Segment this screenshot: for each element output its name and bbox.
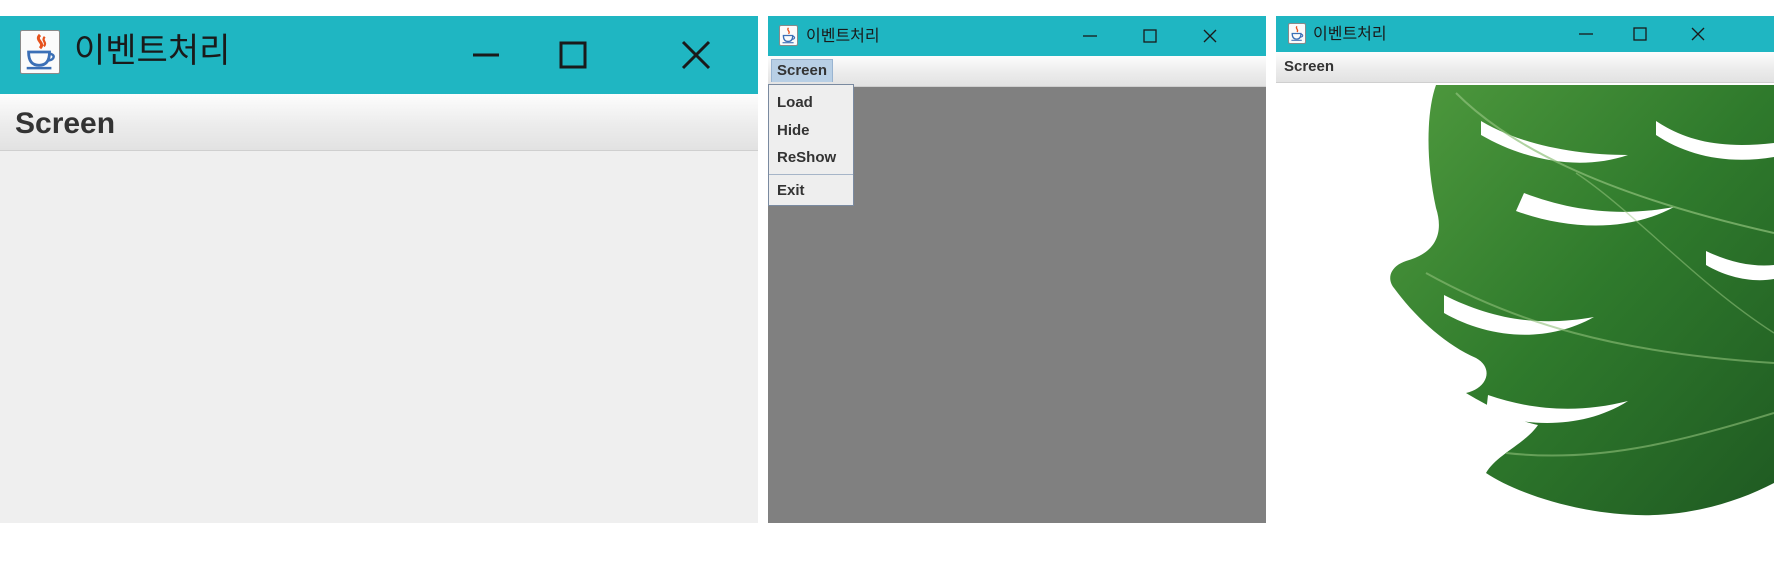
- title-bar[interactable]: 이벤트처리: [768, 16, 1266, 56]
- close-button[interactable]: [1182, 16, 1238, 56]
- maximize-button[interactable]: [513, 16, 633, 94]
- java-cup-icon: [20, 30, 60, 74]
- window-initial: 이벤트처리 Screen: [0, 16, 758, 523]
- minimize-icon: [473, 53, 499, 57]
- minimize-icon: [1579, 33, 1593, 35]
- window-title: 이벤트처리: [1313, 24, 1387, 43]
- menu-screen[interactable]: Screen: [771, 59, 834, 82]
- menu-item-exit[interactable]: Exit: [777, 182, 805, 200]
- menu-item-hide[interactable]: Hide: [777, 122, 810, 140]
- maximize-button[interactable]: [1612, 16, 1668, 52]
- close-icon: [1691, 27, 1705, 41]
- menu-item-load[interactable]: Load: [777, 94, 813, 112]
- title-bar[interactable]: 이벤트처리: [0, 16, 758, 94]
- maximize-icon: [559, 41, 587, 69]
- menu-bar: Screen: [768, 56, 1266, 87]
- close-icon: [1203, 29, 1217, 43]
- title-bar[interactable]: 이벤트처리: [1276, 16, 1774, 52]
- minimize-button[interactable]: [1558, 16, 1614, 52]
- minimize-button[interactable]: [1062, 16, 1118, 56]
- image-panel: [1276, 83, 1774, 523]
- screen-menu-popup: Load Hide ReShow Exit: [768, 84, 854, 206]
- java-cup-icon: [1288, 23, 1306, 44]
- maximize-button[interactable]: [1122, 16, 1178, 56]
- close-button[interactable]: [636, 16, 756, 94]
- window-title: 이벤트처리: [74, 31, 231, 71]
- window-title: 이벤트처리: [806, 26, 880, 45]
- content-panel: [0, 151, 758, 523]
- minimize-icon: [1083, 35, 1097, 37]
- maximize-icon: [1143, 29, 1157, 43]
- close-icon: [681, 40, 711, 70]
- java-cup-icon: [779, 25, 798, 46]
- window-image-loaded: 이벤트처리 Screen: [1276, 16, 1774, 523]
- menu-separator: [769, 174, 853, 175]
- menu-screen[interactable]: Screen: [1284, 58, 1334, 76]
- monstera-leaf-image: [1390, 85, 1774, 516]
- close-button[interactable]: [1670, 16, 1726, 52]
- menu-bar: Screen: [0, 94, 758, 151]
- menu-screen[interactable]: Screen: [15, 107, 115, 141]
- menu-item-reshow[interactable]: ReShow: [777, 149, 836, 167]
- menu-bar: Screen: [1276, 52, 1774, 83]
- maximize-icon: [1633, 27, 1647, 41]
